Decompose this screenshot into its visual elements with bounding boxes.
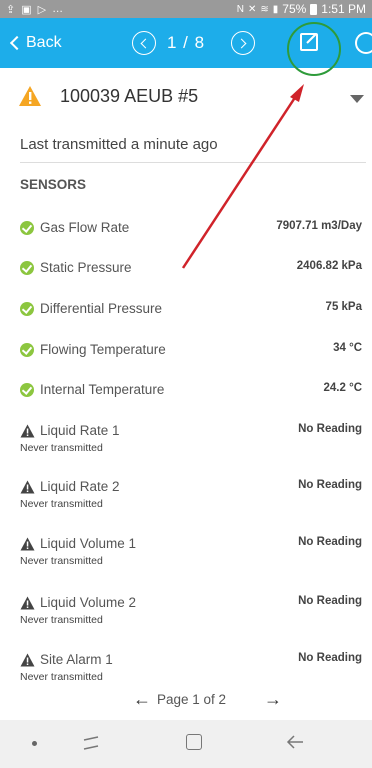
sensor-subtext: Never transmitted <box>20 498 103 510</box>
clock: 1:51 PM <box>321 2 366 16</box>
alert-triangle-icon <box>20 424 35 438</box>
sensor-label: Gas Flow Rate <box>40 220 130 235</box>
sensor-value: No Reading <box>298 595 362 607</box>
sensor-value: 2406.82 kPa <box>296 260 362 272</box>
battery-icon <box>310 3 318 15</box>
caret-down-icon[interactable] <box>350 95 364 103</box>
sensor-value: 75 kPa <box>325 301 362 313</box>
nfc-icon: N <box>236 3 244 15</box>
sensor-label: Differential Pressure <box>40 301 163 316</box>
status-system: N ✕ ≋ ▮ 75% 1:51 PM <box>237 2 366 16</box>
sensor-value: No Reading <box>298 479 362 491</box>
check-circle-icon <box>20 261 34 275</box>
sensor-value: No Reading <box>298 652 362 664</box>
recents-icon[interactable] <box>82 736 100 750</box>
sensor-label: Flowing Temperature <box>40 342 166 357</box>
alert-triangle-icon <box>20 480 35 494</box>
sensor-subtext: Never transmitted <box>20 614 103 626</box>
sensor-label: Liquid Volume 2 <box>40 595 137 610</box>
check-circle-icon <box>20 302 34 316</box>
status-notifications: ⇪ ▣ ▷ … <box>6 3 63 16</box>
back-chevron-icon <box>9 35 25 51</box>
sensor-value: No Reading <box>298 536 362 548</box>
back-icon[interactable] <box>286 734 304 750</box>
well-pager: 1 / 8 <box>167 33 206 52</box>
signal-icon: ▮ <box>272 3 279 15</box>
sensor-value: 24.2 °C <box>323 382 362 394</box>
prev-circle-icon <box>140 38 151 48</box>
sensor-label: Site Alarm 1 <box>40 652 113 667</box>
upload-icon: ⇪ <box>6 3 16 16</box>
next-well-button[interactable] <box>231 31 255 55</box>
check-circle-icon <box>20 221 34 235</box>
home-icon[interactable] <box>186 734 202 750</box>
more-notifications: … <box>52 3 64 15</box>
sensor-subtext: Never transmitted <box>20 671 103 681</box>
well-header[interactable]: 100039 AEUB #5 <box>0 78 372 114</box>
check-circle-icon <box>20 343 34 357</box>
mute-icon: ✕ <box>247 3 257 15</box>
last-transmitted: Last transmitted a minute ago <box>20 136 218 153</box>
sensor-label: Static Pressure <box>40 260 132 275</box>
battery-percent: 75% <box>282 2 307 16</box>
sensor-subtext: Never transmitted <box>20 555 103 567</box>
system-nav-bar <box>0 720 372 768</box>
warning-icon <box>19 86 41 106</box>
refresh-button[interactable] <box>355 32 372 54</box>
sensors-heading: SENSORS <box>20 177 87 192</box>
divider <box>20 162 366 163</box>
sensor-label: Liquid Volume 1 <box>40 536 137 551</box>
image-icon: ▣ <box>21 3 32 16</box>
sensor-value: No Reading <box>298 423 362 435</box>
well-title: 100039 AEUB #5 <box>60 86 199 106</box>
edit-icon <box>306 33 317 44</box>
edit-button[interactable] <box>300 33 318 51</box>
dot-icon[interactable] <box>32 741 37 746</box>
sensor-label: Internal Temperature <box>40 382 165 397</box>
alert-triangle-icon <box>20 653 35 667</box>
sensor-label: Liquid Rate 1 <box>40 423 120 438</box>
prev-well-button[interactable] <box>132 31 156 55</box>
wifi-icon: ≋ <box>260 3 269 15</box>
pagination: ← Page 1 of 2 → <box>0 689 372 715</box>
next-page-arrow-icon[interactable]: → <box>264 689 282 710</box>
alert-triangle-icon <box>20 596 35 610</box>
next-circle-icon <box>236 38 247 48</box>
status-bar: ⇪ ▣ ▷ … N ✕ ≋ ▮ 75% 1:51 PM <box>0 0 372 18</box>
play-store-icon: ▷ <box>37 3 47 16</box>
back-button[interactable]: Back <box>8 34 62 52</box>
page-indicator: Page 1 of 2 <box>157 692 227 707</box>
alert-triangle-icon <box>20 537 35 551</box>
check-circle-icon <box>20 383 34 397</box>
sensor-subtext: Never transmitted <box>20 442 103 454</box>
back-label: Back <box>26 34 62 51</box>
sensor-value: 7907.71 m3/Day <box>276 220 362 232</box>
sensor-value: 34 °C <box>333 342 362 354</box>
prev-page-arrow-icon[interactable]: ← <box>133 689 151 710</box>
sensor-label: Liquid Rate 2 <box>40 479 120 494</box>
nav-bar: Back 1 / 8 <box>0 18 372 68</box>
